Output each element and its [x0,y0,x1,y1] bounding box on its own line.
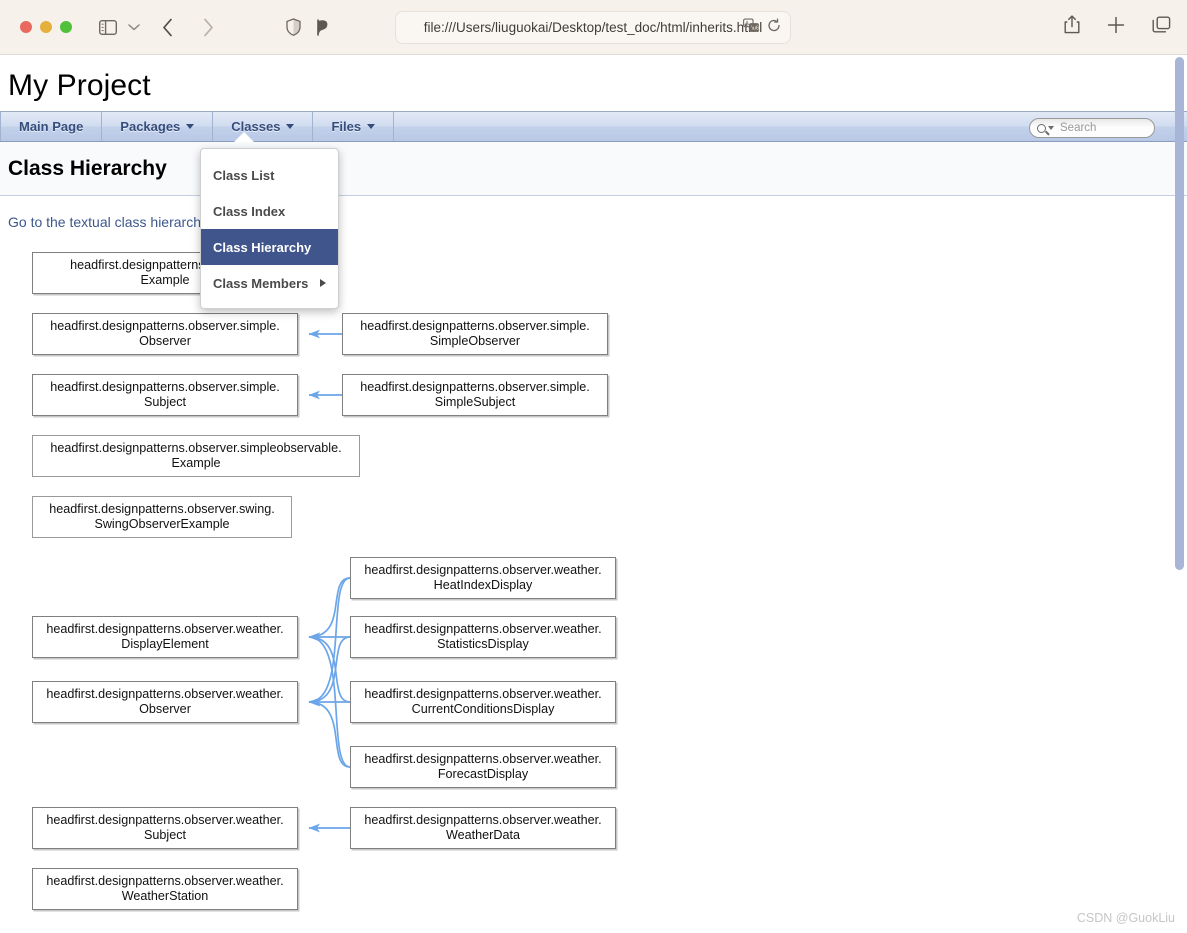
menu-item-label: Class Index [213,203,286,219]
minimize-window-button[interactable] [40,21,52,33]
tab-main-page-label: Main Page [19,119,84,134]
classes-dropdown-menu: Class List Class Index Class Hierarchy Clas… [200,148,339,309]
class-node[interactable]: headfirst.designpatterns.observer.weathe… [350,807,616,849]
url-text: file:///Users/liuguokai/Desktop/test_doc… [423,20,763,35]
class-node[interactable]: headfirst.designpatterns.observer.weathe… [350,746,616,788]
watermark-text: CSDN @GuokLiu [1076,911,1175,925]
class-node[interactable]: headfirst.designpatterns.observer.simple… [342,374,608,416]
class-hierarchy-graph: headfirst.designpatterns.observer. Exampl… [24,237,1124,917]
address-bar-actions: A \u6587 [743,17,781,37]
class-node[interactable]: headfirst.designpatterns.observer.simple… [32,435,360,477]
close-window-button[interactable] [20,21,32,33]
vertical-scrollbar-thumb[interactable] [1175,57,1184,570]
page-header-band: Class Hierarchy [0,142,1187,196]
page-contents: Go to the textual class hierarchy headfi… [0,196,1187,917]
class-node-label: headfirst.designpatterns.observer.weathe… [364,812,602,843]
chevron-down-icon[interactable] [1048,126,1054,130]
browser-toolbar: file:///Users/liuguokai/Desktop/test_doc… [0,0,1187,55]
sidebar-icon[interactable] [99,19,117,35]
svg-text:A: A [745,20,749,26]
class-node-label: headfirst.designpatterns.observer.weathe… [364,686,602,717]
class-node[interactable]: headfirst.designpatterns.observer.simple… [32,374,298,416]
class-node-label: headfirst.designpatterns.observer.weathe… [46,621,284,652]
menu-item-label: Class Hierarchy [213,239,312,255]
tab-overview-icon[interactable] [1152,16,1171,39]
doxygen-nav-tabs: Main Page Packages Classes Files Search [0,111,1187,142]
svg-text:\u6587: \u6587 [751,25,759,31]
vertical-scrollbar-track[interactable] [1172,55,1187,933]
tab-main-page[interactable]: Main Page [0,112,103,141]
chevron-down-icon [186,124,195,129]
page-title: My Project [8,69,151,102]
search-placeholder: Search [1060,122,1097,134]
shield-icon[interactable] [286,18,301,36]
class-node-label: headfirst.designpatterns.observer.simple… [50,379,280,410]
class-node[interactable]: headfirst.designpatterns.observer.simple… [342,313,608,355]
class-node-label: headfirst.designpatterns.observer.weathe… [46,873,284,904]
class-node[interactable]: headfirst.designpatterns.observer.weathe… [32,807,298,849]
reader-mode-icon[interactable] [315,18,329,37]
active-tab-pointer [234,132,254,142]
share-icon[interactable] [1064,15,1080,39]
tab-files-label: Files [331,119,362,134]
class-node[interactable]: headfirst.designpatterns.observer.swing.… [32,496,292,538]
toolbar-right-actions [1064,15,1171,39]
class-node[interactable]: headfirst.designpatterns.observer.weathe… [350,616,616,658]
content-title: Class Hierarchy [8,156,167,180]
tab-packages[interactable]: Packages [102,112,214,141]
class-node-label: headfirst.designpatterns.observer.weathe… [364,562,602,593]
translate-icon[interactable]: A \u6587 [743,18,768,37]
tab-classes[interactable]: Classes [213,112,314,141]
class-node-label: headfirst.designpatterns.observer.weathe… [364,751,602,782]
class-node-label: headfirst.designpatterns.observer.simple… [360,318,590,349]
window-controls[interactable] [20,21,72,33]
chevron-right-icon [320,279,326,287]
class-node-label: headfirst.designpatterns.observer.weathe… [364,621,602,652]
class-node-label: headfirst.designpatterns.observer.weathe… [46,812,284,843]
plus-icon[interactable] [1107,16,1125,39]
search-input[interactable]: Search [1029,118,1155,138]
web-page-viewport: My Project Main Page Packages Classes Fi… [0,55,1187,933]
textual-hierarchy-link[interactable]: Go to the textual class hierarchy [8,214,208,230]
class-node-label: headfirst.designpatterns.observer.swing.… [49,501,275,532]
class-node[interactable]: headfirst.designpatterns.observer.simple… [32,313,298,355]
tab-files[interactable]: Files [313,112,395,141]
class-node[interactable]: headfirst.designpatterns.observer.weathe… [350,681,616,723]
class-node[interactable]: headfirst.designpatterns.observer.weathe… [32,616,298,658]
menu-item-label: Class List [213,167,275,183]
menu-item-class-list[interactable]: Class List [201,157,338,193]
class-node-label: headfirst.designpatterns.observer.simple… [50,318,280,349]
menu-item-label: Class Members [213,275,309,291]
tab-packages-label: Packages [120,119,181,134]
inheritance-arrow [308,577,351,642]
chevron-down-icon [367,124,376,129]
class-node-label: headfirst.designpatterns.observer.weathe… [46,686,284,717]
class-node-label: headfirst.designpatterns.observer.simple… [360,379,590,410]
class-node[interactable]: headfirst.designpatterns.observer.weathe… [32,868,298,910]
menu-item-class-members[interactable]: Class Members [201,265,338,301]
back-arrow-icon[interactable] [162,18,174,37]
chevron-down-icon [286,124,295,129]
chevron-down-icon[interactable] [128,23,140,31]
forward-arrow-icon[interactable] [202,18,214,37]
address-bar[interactable]: file:///Users/liuguokai/Desktop/test_doc… [395,11,791,44]
class-node-label: headfirst.designpatterns.observer.simple… [50,440,342,471]
class-node[interactable]: headfirst.designpatterns.observer.weathe… [350,557,616,599]
maximize-window-button[interactable] [60,21,72,33]
search-icon [1037,123,1046,133]
inheritance-arrow [308,697,351,768]
menu-item-class-hierarchy[interactable]: Class Hierarchy [201,229,338,265]
reload-icon[interactable] [767,17,781,37]
class-node[interactable]: headfirst.designpatterns.observer.weathe… [32,681,298,723]
menu-item-class-index[interactable]: Class Index [201,193,338,229]
